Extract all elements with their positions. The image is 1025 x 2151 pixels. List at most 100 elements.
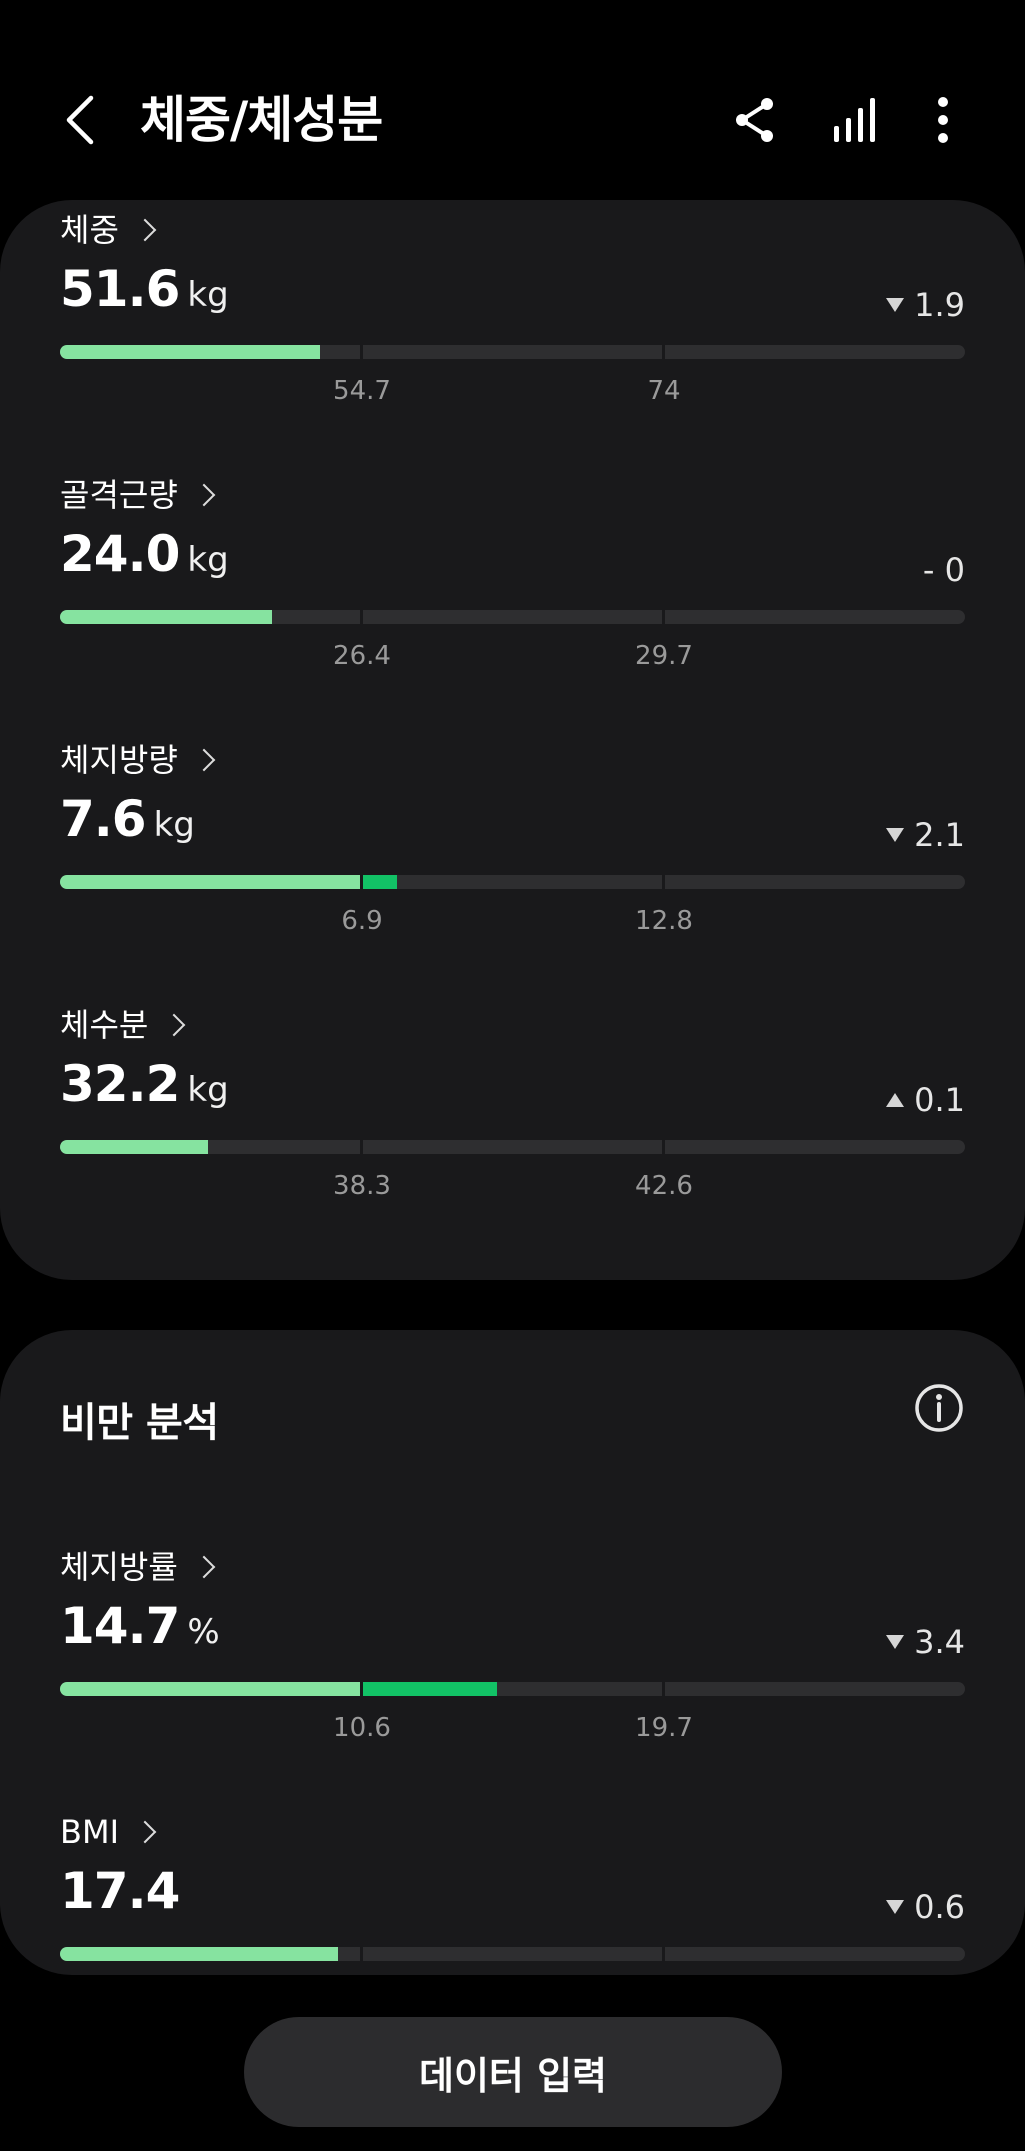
range-high-tick: 74 — [647, 376, 681, 406]
bar-divider — [360, 345, 363, 359]
obesity-analysis-card: 비만 분석 체지방률 14.7 % 3.4 10.6 19.7 BMI 17.4… — [0, 1330, 1025, 1975]
range-bar — [60, 345, 965, 359]
metric-label-button[interactable]: 체지방률 — [60, 1547, 216, 1587]
chevron-right-icon — [133, 1820, 157, 1844]
section-title: 비만 분석 — [60, 1400, 219, 1446]
metric-body-fat-mass: 체지방량 7.6 kg 2.1 6.9 12.8 — [60, 740, 965, 940]
metric-unit: kg — [187, 540, 229, 580]
change-value: 1.9 — [914, 286, 965, 324]
trend-down-icon — [886, 298, 905, 312]
metric-label: 체수분 — [60, 1006, 149, 1044]
range-bar — [60, 1682, 965, 1696]
metric-change: 2.1 — [886, 816, 965, 854]
bar-divider — [662, 875, 665, 889]
metric-value: 51.6 kg — [60, 260, 229, 318]
chart-button[interactable] — [820, 88, 890, 152]
metric-unit: kg — [187, 275, 229, 315]
change-value: 0.6 — [914, 1888, 965, 1926]
range-high-tick: 29.7 — [635, 641, 693, 671]
metric-label-button[interactable]: 골격근량 — [60, 475, 216, 515]
chevron-right-icon — [163, 1013, 186, 1037]
page-title: 체중/체성분 — [140, 91, 383, 149]
bar-over-fill — [363, 875, 397, 889]
range-low-tick: 26.4 — [333, 641, 391, 671]
metric-unit: % — [187, 1612, 220, 1652]
metric-number: 17.4 — [60, 1862, 180, 1920]
bar-divider — [662, 1682, 665, 1696]
metric-weight: 체중 51.6 kg 1.9 54.7 74 — [60, 210, 965, 410]
page: 체중/체성분 체중 51.6 kg 1.9 54.7 74 골격근량 24.0 … — [0, 0, 1025, 2151]
range-bar — [60, 1947, 965, 1961]
range-low-tick: 38.3 — [333, 1171, 391, 1201]
share-button[interactable] — [720, 88, 790, 152]
metric-label: BMI — [60, 1813, 119, 1851]
bar-divider — [360, 1140, 363, 1154]
trend-down-icon — [886, 1900, 905, 1914]
more-options-button[interactable] — [908, 88, 978, 152]
data-input-button[interactable]: 데이터 입력 — [244, 2017, 782, 2127]
bar-divider — [360, 1682, 363, 1696]
metric-number: 7.6 — [60, 790, 147, 848]
metric-label-button[interactable]: 체중 — [60, 210, 157, 250]
change-value: - 0 — [922, 551, 965, 589]
change-value: 0.1 — [914, 1081, 965, 1119]
info-icon — [915, 1384, 963, 1432]
change-value: 3.4 — [914, 1623, 965, 1661]
metric-value: 32.2 kg — [60, 1055, 229, 1113]
metric-label: 체중 — [60, 211, 119, 249]
bar-fill — [60, 1682, 360, 1696]
more-vertical-icon — [938, 97, 948, 143]
info-button[interactable] — [913, 1382, 965, 1434]
metric-skeletal-muscle: 골격근량 24.0 kg - 0 26.4 29.7 — [60, 475, 965, 675]
metric-unit: kg — [187, 1070, 229, 1110]
bar-divider — [360, 875, 363, 889]
body-composition-card: 체중 51.6 kg 1.9 54.7 74 골격근량 24.0 kg - 0 … — [0, 200, 1025, 1280]
metric-number: 14.7 — [60, 1597, 180, 1655]
range-low-tick: 6.9 — [341, 906, 383, 936]
metric-value: 7.6 kg — [60, 790, 195, 848]
metric-label: 골격근량 — [60, 476, 178, 514]
metric-change: 3.4 — [886, 1623, 965, 1661]
chevron-right-icon — [133, 218, 157, 242]
bar-divider — [662, 1140, 665, 1154]
metric-number: 24.0 — [60, 525, 180, 583]
trend-up-icon — [886, 1093, 905, 1107]
bar-fill — [60, 1947, 338, 1961]
back-button[interactable] — [50, 85, 110, 155]
metric-label-button[interactable]: BMI — [60, 1812, 157, 1852]
metric-label: 체지방량 — [60, 741, 178, 779]
metric-value: 17.4 — [60, 1862, 180, 1920]
bar-divider — [662, 610, 665, 624]
metric-change: - 0 — [923, 551, 965, 589]
bar-divider — [360, 610, 363, 624]
bar-fill — [60, 345, 320, 359]
metric-change: 0.1 — [886, 1081, 965, 1119]
bar-divider — [662, 1947, 665, 1961]
change-value: 2.1 — [914, 816, 965, 854]
range-low-tick: 10.6 — [333, 1713, 391, 1743]
range-low-tick: 54.7 — [333, 376, 391, 406]
metric-change: 0.6 — [886, 1888, 965, 1926]
metric-body-fat-percent: 체지방률 14.7 % 3.4 10.6 19.7 — [60, 1547, 965, 1747]
metric-value: 24.0 kg — [60, 525, 229, 583]
metric-change: 1.9 — [886, 286, 965, 324]
metric-number: 51.6 — [60, 260, 180, 318]
trend-down-icon — [886, 828, 905, 842]
metric-body-water: 체수분 32.2 kg 0.1 38.3 42.6 — [60, 1005, 965, 1205]
range-high-tick: 12.8 — [635, 906, 693, 936]
metric-label-button[interactable]: 체지방량 — [60, 740, 216, 780]
bar-over-fill — [363, 1682, 497, 1696]
range-high-tick: 19.7 — [635, 1713, 693, 1743]
bar-divider — [360, 1947, 363, 1961]
bar-fill — [60, 610, 272, 624]
chevron-right-icon — [192, 1555, 216, 1579]
bar-divider — [662, 345, 665, 359]
metric-label-button[interactable]: 체수분 — [60, 1005, 186, 1045]
share-icon — [736, 98, 773, 142]
range-high-tick: 42.6 — [635, 1171, 693, 1201]
metric-label: 체지방률 — [60, 1548, 178, 1586]
bar-chart-icon — [834, 98, 875, 142]
back-arrow-icon — [66, 95, 94, 145]
range-bar — [60, 875, 965, 889]
trend-down-icon — [886, 1635, 905, 1649]
